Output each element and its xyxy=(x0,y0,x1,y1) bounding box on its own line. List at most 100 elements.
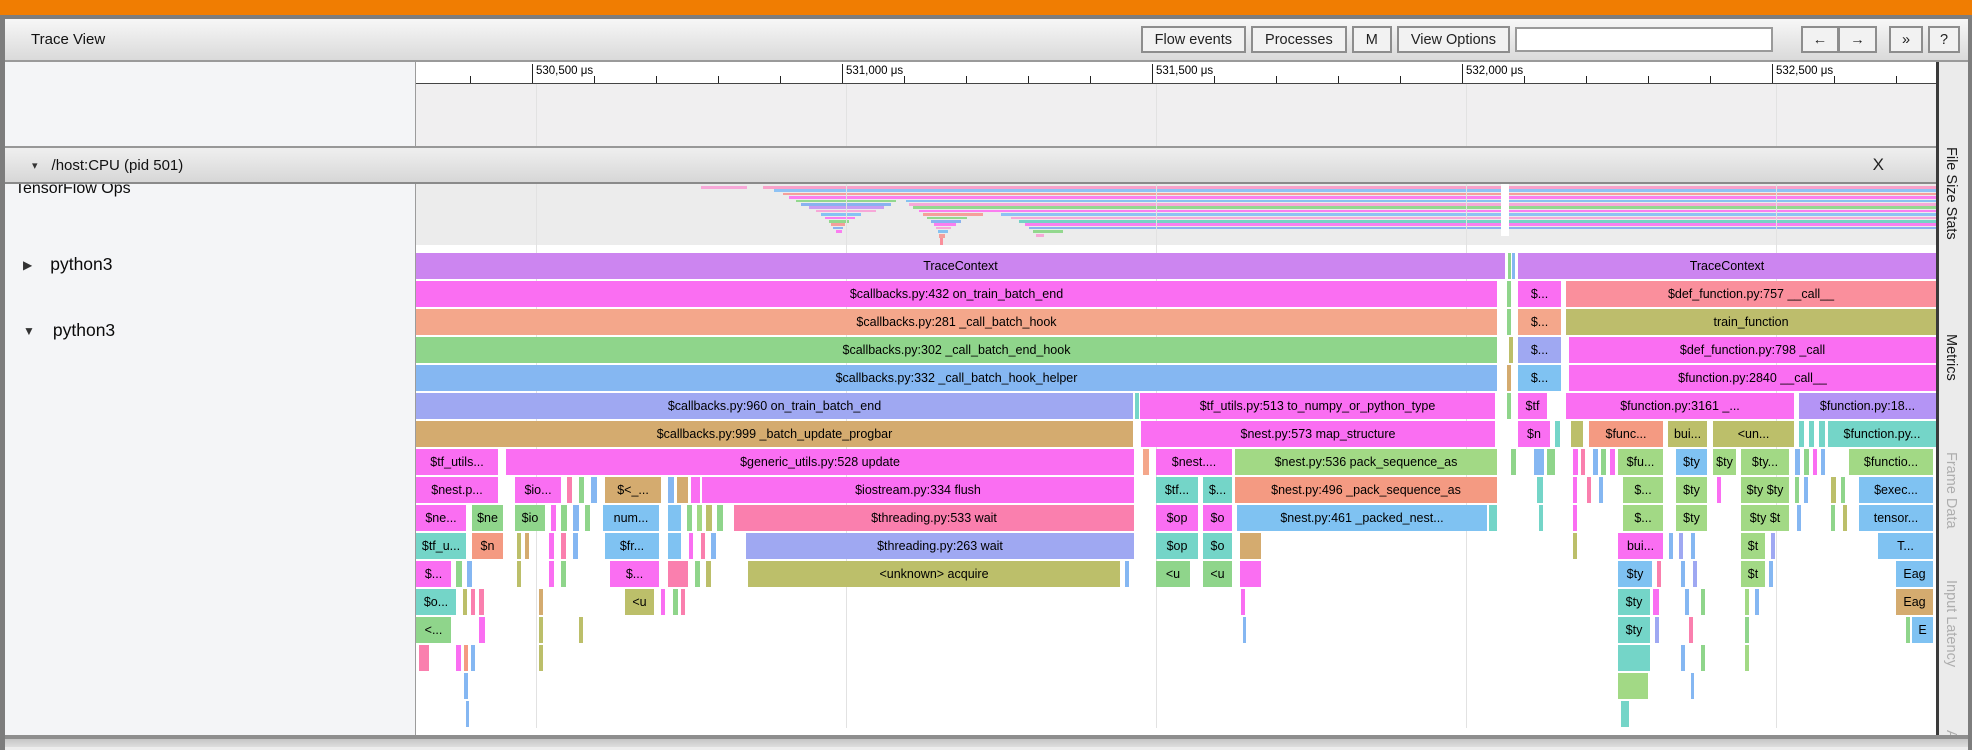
trace-event[interactable]: $nest.... xyxy=(1156,449,1232,475)
trace-event-sliver[interactable] xyxy=(419,645,429,671)
trace-event-sliver[interactable] xyxy=(1809,421,1814,447)
trace-event[interactable]: $threading.py:533 wait xyxy=(734,505,1134,531)
trace-event-sliver[interactable] xyxy=(1831,505,1835,531)
trace-event[interactable]: $iostream.py:334 flush xyxy=(702,477,1134,503)
trace-event-sliver[interactable] xyxy=(463,589,467,615)
trace-event[interactable]: $... xyxy=(1518,337,1561,363)
trace-event-sliver[interactable] xyxy=(1691,533,1695,559)
trace-event[interactable]: $nest.p... xyxy=(416,477,498,503)
trace-event[interactable]: $o xyxy=(1203,533,1232,559)
trace-event-sliver[interactable] xyxy=(1804,449,1809,475)
trace-event-sliver[interactable] xyxy=(1691,673,1694,699)
trace-event-sliver[interactable] xyxy=(1681,645,1685,671)
trace-event-sliver[interactable] xyxy=(517,561,521,587)
trace-event[interactable]: $tf xyxy=(1518,393,1547,419)
trace-event[interactable]: $func... xyxy=(1589,421,1663,447)
trace-event-sliver[interactable] xyxy=(1813,449,1817,475)
trace-event[interactable]: $... xyxy=(610,561,659,587)
trace-event[interactable]: $ty xyxy=(1676,477,1707,503)
trace-event[interactable]: $fu... xyxy=(1618,449,1663,475)
trace-event[interactable]: $function.py... xyxy=(1828,421,1936,447)
trace-event[interactable]: $nest.py:573 map_structure xyxy=(1141,421,1495,447)
trace-event-sliver[interactable] xyxy=(1507,309,1511,335)
trace-event[interactable]: $exec... xyxy=(1859,477,1933,503)
trace-event-sliver[interactable] xyxy=(677,477,688,503)
trace-event[interactable]: $... xyxy=(1518,281,1561,307)
view-options-button[interactable]: View Options xyxy=(1396,26,1510,53)
trace-event-sliver[interactable] xyxy=(1537,477,1543,503)
trace-event-sliver[interactable] xyxy=(579,477,584,503)
trace-event-sliver[interactable] xyxy=(1240,533,1261,559)
trace-event-sliver[interactable] xyxy=(1804,477,1808,503)
trace-event[interactable]: train_function xyxy=(1566,309,1936,335)
trace-event[interactable]: $ne xyxy=(472,505,503,531)
expanded-twisty-icon[interactable]: ▼ xyxy=(23,324,35,338)
trace-event[interactable]: bui... xyxy=(1668,421,1707,447)
trace-event[interactable]: $ty xyxy=(1618,561,1652,587)
trace-event[interactable]: $... xyxy=(1623,477,1663,503)
trace-event-sliver[interactable] xyxy=(573,505,579,531)
trace-event-sliver[interactable] xyxy=(695,561,700,587)
trace-event-sliver[interactable] xyxy=(525,533,529,559)
trace-event-sliver[interactable] xyxy=(661,589,665,615)
trace-event-sliver[interactable] xyxy=(1599,477,1603,503)
trace-event-sliver[interactable] xyxy=(1799,421,1804,447)
trace-event[interactable]: $... xyxy=(1518,365,1561,391)
trace-event[interactable]: $... xyxy=(1623,505,1663,531)
trace-event[interactable]: $fr... xyxy=(605,533,659,559)
trace-event-sliver[interactable] xyxy=(1621,701,1629,727)
trace-event[interactable]: $threading.py:263 wait xyxy=(746,533,1134,559)
trace-event[interactable]: $ty xyxy=(1618,617,1650,643)
trace-event-sliver[interactable] xyxy=(1657,561,1661,587)
trace-event-sliver[interactable] xyxy=(1745,617,1749,643)
trace-event-sliver[interactable] xyxy=(691,477,700,503)
trace-event[interactable]: $ty $t xyxy=(1741,505,1789,531)
trace-event[interactable]: $ty xyxy=(1676,449,1707,475)
trace-event-sliver[interactable] xyxy=(1587,477,1591,503)
time-ruler[interactable]: 530,500 μs 531,000 μs 531,500 μs 532,000 μs… xyxy=(416,62,1936,84)
search-input[interactable] xyxy=(1515,27,1773,52)
trace-event-sliver[interactable] xyxy=(517,533,521,559)
trace-event-sliver[interactable] xyxy=(681,589,685,615)
trace-event[interactable]: E xyxy=(1912,617,1933,643)
trace-event-sliver[interactable] xyxy=(539,617,543,643)
trace-event[interactable]: T... xyxy=(1878,533,1933,559)
trace-event-sliver[interactable] xyxy=(467,561,472,587)
trace-event-sliver[interactable] xyxy=(1610,449,1615,475)
help-button[interactable]: ? xyxy=(1928,26,1960,53)
trace-event-sliver[interactable] xyxy=(1547,449,1555,475)
trace-event-sliver[interactable] xyxy=(579,617,583,643)
trace-event-sliver[interactable] xyxy=(1511,449,1516,475)
trace-event-sliver[interactable] xyxy=(1555,421,1560,447)
trace-event[interactable]: $op xyxy=(1156,505,1198,531)
trace-event-sliver[interactable] xyxy=(668,505,681,531)
trace-event-sliver[interactable] xyxy=(1135,393,1139,419)
trace-event-sliver[interactable] xyxy=(479,617,485,643)
vertical-tab-input-latency[interactable]: Input Latency xyxy=(1943,580,1959,667)
collapsed-twisty-icon[interactable]: ▶ xyxy=(23,258,32,272)
trace-event-sliver[interactable] xyxy=(1507,393,1511,419)
trace-event-sliver[interactable] xyxy=(1573,477,1577,503)
trace-event[interactable]: $generic_utils.py:528 update xyxy=(506,449,1134,475)
trace-event[interactable]: $t xyxy=(1741,533,1765,559)
more-button[interactable]: » xyxy=(1889,26,1923,53)
trace-event[interactable]: $io... xyxy=(515,477,561,503)
trace-event-sliver[interactable] xyxy=(668,561,688,587)
trace-event[interactable]: $nest.py:496 _pack_sequence_as xyxy=(1235,477,1497,503)
trace-event-sliver[interactable] xyxy=(1125,561,1129,587)
trace-event-sliver[interactable] xyxy=(1571,421,1583,447)
trace-event[interactable]: $ty xyxy=(1676,505,1707,531)
back-arrow-button[interactable]: ← xyxy=(1801,26,1839,53)
trace-event[interactable]: <unknown> acquire xyxy=(748,561,1120,587)
trace-event-sliver[interactable] xyxy=(1618,645,1650,671)
trace-event-sliver[interactable] xyxy=(456,645,461,671)
trace-event-sliver[interactable] xyxy=(1534,449,1544,475)
trace-event-sliver[interactable] xyxy=(561,561,566,587)
m-button[interactable]: M xyxy=(1351,26,1392,53)
trace-event-sliver[interactable] xyxy=(549,533,554,559)
trace-event-sliver[interactable] xyxy=(1679,533,1683,559)
trace-event[interactable]: $... xyxy=(1203,477,1232,503)
trace-event-sliver[interactable] xyxy=(1243,617,1246,643)
trace-event-sliver[interactable] xyxy=(1581,449,1585,475)
trace-event[interactable]: bui... xyxy=(1618,533,1663,559)
